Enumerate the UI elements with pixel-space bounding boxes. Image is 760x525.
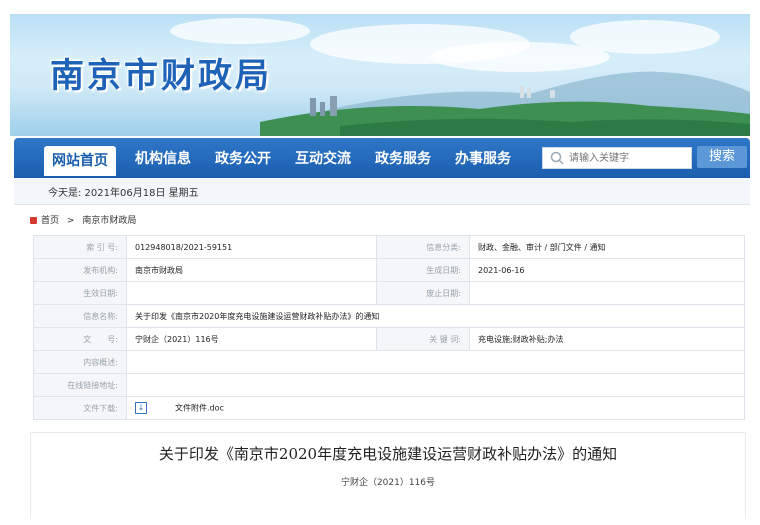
info-name-value: 关于印发《南京市2020年度充电设施建设运营财政补贴办法》的通知 — [126, 304, 745, 328]
effective-date-label: 生效日期: — [33, 281, 127, 305]
table-row: 信息名称: 关于印发《南京市2020年度充电设施建设运营财政补贴办法》的通知 — [33, 304, 745, 328]
nav-organization[interactable]: 机构信息 — [135, 148, 191, 170]
keywords-label: 关 键 词: — [376, 327, 470, 351]
issuer-value: 南京市财政局 — [126, 258, 377, 282]
abolish-date-value — [469, 281, 745, 305]
table-row: 发布机构: 南京市财政局 生成日期: 2021-06-16 — [33, 258, 745, 282]
table-row: 文 号: 宁财企（2021）116号 关 键 词: 充电设施;财政补贴;办法 — [33, 327, 745, 351]
table-row: 生效日期: 废止日期: — [33, 281, 745, 305]
index-label: 索 引 号: — [33, 235, 127, 259]
effective-date-value — [126, 281, 377, 305]
nav-home[interactable]: 网站首页 — [44, 146, 116, 176]
search-button[interactable]: 搜索 — [697, 146, 747, 168]
header-banner: 南京市财政局 — [10, 14, 750, 136]
site-title: 南京市财政局 — [50, 56, 272, 96]
gen-date-label: 生成日期: — [376, 258, 470, 282]
issuer-label: 发布机构: — [33, 258, 127, 282]
index-value: 012948018/2021-59151 — [126, 235, 377, 259]
nav-services[interactable]: 政务服务 — [375, 148, 431, 170]
overview-value — [126, 350, 745, 374]
home-icon — [30, 217, 37, 224]
category-value: 财政、金融、审计 / 部门文件 / 通知 — [469, 235, 745, 259]
table-row: 索 引 号: 012948018/2021-59151 信息分类: 财政、金融、… — [33, 235, 745, 259]
abolish-date-label: 废止日期: — [376, 281, 470, 305]
doc-number-label: 文 号: — [33, 327, 127, 351]
nav-government-affairs[interactable]: 政务公开 — [215, 148, 271, 170]
attachment-link[interactable]: 文件附件.doc — [175, 404, 224, 413]
gen-date-value: 2021-06-16 — [469, 258, 745, 282]
article-title: 关于印发《南京市2020年度充电设施建设运营财政补贴办法》的通知 — [158, 445, 618, 463]
download-label: 文件下载: — [33, 396, 127, 420]
breadcrumb-current[interactable]: 南京市财政局 — [82, 216, 136, 226]
table-row: 内容概述: — [33, 350, 745, 374]
doc-number-value: 宁财企（2021）116号 — [126, 327, 377, 351]
search-input[interactable] — [569, 150, 685, 166]
info-name-label: 信息名称: — [33, 304, 127, 328]
breadcrumb: 首页 > 南京市财政局 — [30, 213, 136, 226]
current-date: 今天是: 2021年06月18日 星期五 — [48, 188, 199, 199]
table-row: 文件下载: ↓ 文件附件.doc — [33, 396, 745, 420]
download-icon[interactable]: ↓ — [135, 402, 147, 414]
search-box — [542, 147, 692, 169]
main-nav: 网站首页 机构信息 政务公开 互动交流 政务服务 办事服务 搜索 — [14, 138, 750, 178]
overview-label: 内容概述: — [33, 350, 127, 374]
online-link-value[interactable] — [126, 373, 745, 397]
table-row: 在线链接地址: — [33, 373, 745, 397]
article-doc-number: 宁财企（2021）116号 — [340, 478, 436, 488]
document-info-table: 索 引 号: 012948018/2021-59151 信息分类: 财政、金融、… — [33, 235, 745, 420]
category-label: 信息分类: — [376, 235, 470, 259]
online-link-label: 在线链接地址: — [33, 373, 127, 397]
breadcrumb-home[interactable]: 首页 — [41, 216, 59, 226]
search-icon — [550, 151, 564, 165]
article: 关于印发《南京市2020年度充电设施建设运营财政补贴办法》的通知 宁财企（202… — [30, 432, 746, 519]
nav-interaction[interactable]: 互动交流 — [295, 148, 351, 170]
keywords-value: 充电设施;财政补贴;办法 — [469, 327, 745, 351]
nav-affairs-handling[interactable]: 办事服务 — [455, 148, 511, 170]
page: 南京市财政局 网站首页 机构信息 政务公开 互动交流 政务服务 办事服务 搜索 … — [10, 14, 750, 519]
download-cell: ↓ 文件附件.doc — [126, 396, 745, 420]
date-bar: 今天是: 2021年06月18日 星期五 — [14, 178, 750, 205]
breadcrumb-separator: > — [66, 216, 75, 226]
